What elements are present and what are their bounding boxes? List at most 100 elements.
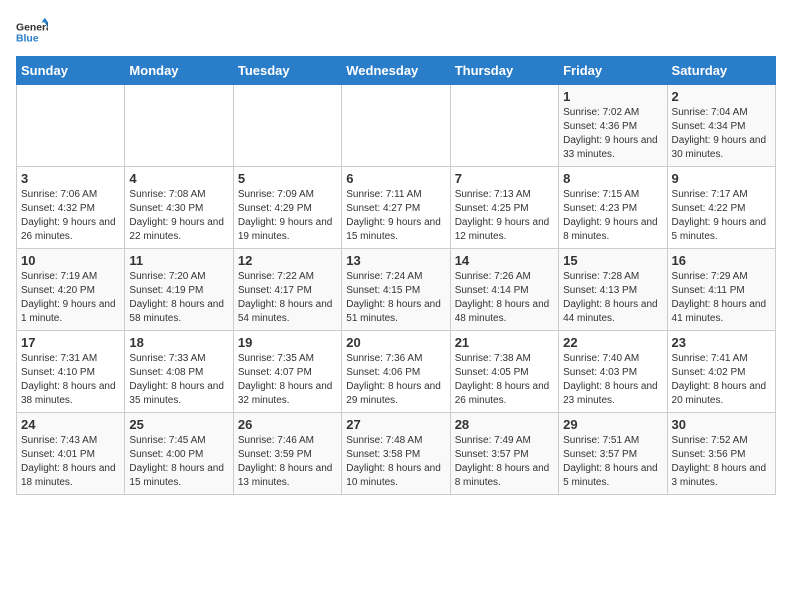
calendar-cell: 5 Sunrise: 7:09 AM Sunset: 4:29 PM Daylig… [233,167,341,249]
day-info: Sunrise: 7:24 AM Sunset: 4:15 PM Dayligh… [346,270,445,326]
day-number: 22 [563,335,662,350]
day-info: Sunrise: 7:06 AM Sunset: 4:32 PM Dayligh… [21,188,120,244]
day-info: Sunrise: 7:51 AM Sunset: 3:57 PM Dayligh… [563,434,662,490]
day-number: 1 [563,89,662,104]
calendar-cell: 27 Sunrise: 7:48 AM Sunset: 3:58 PM Dayli… [342,413,450,495]
day-info: Sunrise: 7:43 AM Sunset: 4:01 PM Dayligh… [21,434,120,490]
day-number: 3 [21,171,120,186]
calendar-cell: 22 Sunrise: 7:40 AM Sunset: 4:03 PM Dayli… [559,331,667,413]
calendar-cell: 16 Sunrise: 7:29 AM Sunset: 4:11 PM Dayli… [667,249,775,331]
day-number: 20 [346,335,445,350]
calendar-cell: 6 Sunrise: 7:11 AM Sunset: 4:27 PM Daylig… [342,167,450,249]
day-info: Sunrise: 7:17 AM Sunset: 4:22 PM Dayligh… [672,188,771,244]
day-info: Sunrise: 7:19 AM Sunset: 4:20 PM Dayligh… [21,270,120,326]
calendar-header-row: SundayMondayTuesdayWednesdayThursdayFrid… [17,57,776,85]
day-number: 2 [672,89,771,104]
calendar-table: SundayMondayTuesdayWednesdayThursdayFrid… [16,56,776,495]
day-number: 27 [346,417,445,432]
calendar-cell: 29 Sunrise: 7:51 AM Sunset: 3:57 PM Dayli… [559,413,667,495]
calendar-week-3: 10 Sunrise: 7:19 AM Sunset: 4:20 PM Dayli… [17,249,776,331]
day-number: 6 [346,171,445,186]
day-info: Sunrise: 7:28 AM Sunset: 4:13 PM Dayligh… [563,270,662,326]
header-thursday: Thursday [450,57,558,85]
day-info: Sunrise: 7:38 AM Sunset: 4:05 PM Dayligh… [455,352,554,408]
day-info: Sunrise: 7:40 AM Sunset: 4:03 PM Dayligh… [563,352,662,408]
header-friday: Friday [559,57,667,85]
day-info: Sunrise: 7:08 AM Sunset: 4:30 PM Dayligh… [129,188,228,244]
calendar-week-4: 17Sunrise: 7:31 AM Sunset: 4:10 PM Dayli… [17,331,776,413]
day-number: 18 [129,335,228,350]
day-number: 19 [238,335,337,350]
day-number: 15 [563,253,662,268]
calendar-cell: 9 Sunrise: 7:17 AM Sunset: 4:22 PM Daylig… [667,167,775,249]
day-number: 24 [21,417,120,432]
header-tuesday: Tuesday [233,57,341,85]
logo: General Blue [16,16,48,48]
day-number: 14 [455,253,554,268]
day-number: 12 [238,253,337,268]
calendar-cell: 28 Sunrise: 7:49 AM Sunset: 3:57 PM Dayli… [450,413,558,495]
calendar-cell: 10 Sunrise: 7:19 AM Sunset: 4:20 PM Dayli… [17,249,125,331]
calendar-cell: 30Sunrise: 7:52 AM Sunset: 3:56 PM Dayli… [667,413,775,495]
day-number: 7 [455,171,554,186]
calendar-cell [342,85,450,167]
calendar-cell: 8Sunrise: 7:15 AM Sunset: 4:23 PM Daylig… [559,167,667,249]
calendar-cell: 26 Sunrise: 7:46 AM Sunset: 3:59 PM Dayli… [233,413,341,495]
calendar-cell [125,85,233,167]
calendar-cell [17,85,125,167]
calendar-cell: 18 Sunrise: 7:33 AM Sunset: 4:08 PM Dayli… [125,331,233,413]
svg-text:General: General [16,22,48,33]
day-number: 21 [455,335,554,350]
header-monday: Monday [125,57,233,85]
day-number: 28 [455,417,554,432]
calendar-week-2: 3 Sunrise: 7:06 AM Sunset: 4:32 PM Daylig… [17,167,776,249]
day-number: 10 [21,253,120,268]
day-info: Sunrise: 7:33 AM Sunset: 4:08 PM Dayligh… [129,352,228,408]
header-sunday: Sunday [17,57,125,85]
calendar-week-5: 24 Sunrise: 7:43 AM Sunset: 4:01 PM Dayli… [17,413,776,495]
calendar-cell: 1 Sunrise: 7:02 AM Sunset: 4:36 PM Daylig… [559,85,667,167]
svg-text:Blue: Blue [16,34,39,45]
day-info: Sunrise: 7:49 AM Sunset: 3:57 PM Dayligh… [455,434,554,490]
day-info: Sunrise: 7:02 AM Sunset: 4:36 PM Dayligh… [563,106,662,162]
day-info: Sunrise: 7:04 AM Sunset: 4:34 PM Dayligh… [672,106,771,162]
day-number: 4 [129,171,228,186]
calendar-cell: 14 Sunrise: 7:26 AM Sunset: 4:14 PM Dayli… [450,249,558,331]
day-number: 30 [672,417,771,432]
day-number: 17 [21,335,120,350]
calendar-cell: 4 Sunrise: 7:08 AM Sunset: 4:30 PM Daylig… [125,167,233,249]
logo-icon: General Blue [16,16,48,48]
day-number: 26 [238,417,337,432]
day-info: Sunrise: 7:45 AM Sunset: 4:00 PM Dayligh… [129,434,228,490]
day-info: Sunrise: 7:36 AM Sunset: 4:06 PM Dayligh… [346,352,445,408]
day-info: Sunrise: 7:09 AM Sunset: 4:29 PM Dayligh… [238,188,337,244]
calendar-cell [233,85,341,167]
day-number: 16 [672,253,771,268]
header-saturday: Saturday [667,57,775,85]
day-number: 5 [238,171,337,186]
day-info: Sunrise: 7:26 AM Sunset: 4:14 PM Dayligh… [455,270,554,326]
calendar-cell: 25Sunrise: 7:45 AM Sunset: 4:00 PM Dayli… [125,413,233,495]
day-number: 9 [672,171,771,186]
day-number: 29 [563,417,662,432]
day-info: Sunrise: 7:48 AM Sunset: 3:58 PM Dayligh… [346,434,445,490]
header-wednesday: Wednesday [342,57,450,85]
calendar-cell: 13Sunrise: 7:24 AM Sunset: 4:15 PM Dayli… [342,249,450,331]
day-number: 23 [672,335,771,350]
day-info: Sunrise: 7:29 AM Sunset: 4:11 PM Dayligh… [672,270,771,326]
calendar-cell: 3 Sunrise: 7:06 AM Sunset: 4:32 PM Daylig… [17,167,125,249]
calendar-cell: 7Sunrise: 7:13 AM Sunset: 4:25 PM Daylig… [450,167,558,249]
day-info: Sunrise: 7:35 AM Sunset: 4:07 PM Dayligh… [238,352,337,408]
day-info: Sunrise: 7:41 AM Sunset: 4:02 PM Dayligh… [672,352,771,408]
day-info: Sunrise: 7:11 AM Sunset: 4:27 PM Dayligh… [346,188,445,244]
calendar-cell: 24 Sunrise: 7:43 AM Sunset: 4:01 PM Dayli… [17,413,125,495]
day-info: Sunrise: 7:15 AM Sunset: 4:23 PM Dayligh… [563,188,662,244]
calendar-cell: 19 Sunrise: 7:35 AM Sunset: 4:07 PM Dayli… [233,331,341,413]
calendar-week-1: 1 Sunrise: 7:02 AM Sunset: 4:36 PM Daylig… [17,85,776,167]
day-info: Sunrise: 7:22 AM Sunset: 4:17 PM Dayligh… [238,270,337,326]
page-header: General Blue [16,16,776,48]
day-number: 11 [129,253,228,268]
day-info: Sunrise: 7:20 AM Sunset: 4:19 PM Dayligh… [129,270,228,326]
day-info: Sunrise: 7:46 AM Sunset: 3:59 PM Dayligh… [238,434,337,490]
calendar-cell [450,85,558,167]
